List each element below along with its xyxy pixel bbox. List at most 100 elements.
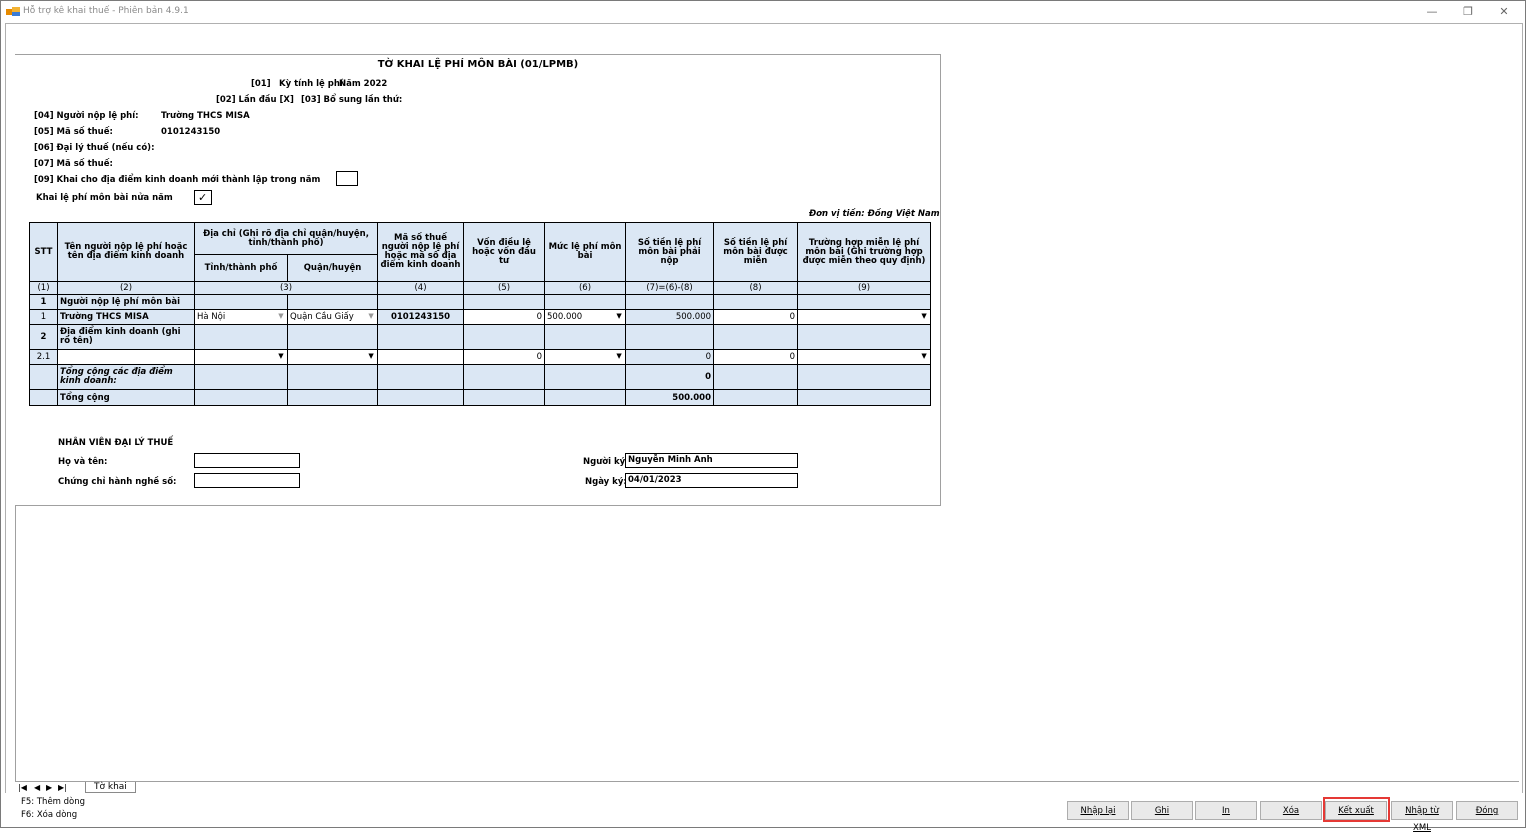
- row21-district-select[interactable]: ▼: [286, 349, 379, 365]
- header-province: Tỉnh/thành phố: [194, 254, 288, 282]
- header-payable: Số tiền lệ phí môn bài phải nộp: [625, 222, 715, 282]
- dropdown-arrow-icon[interactable]: ▼: [919, 351, 929, 364]
- subtotal-value: 0: [625, 364, 715, 390]
- period-label: Kỳ tính lệ phí:: [279, 79, 347, 89]
- capital-input[interactable]: 0: [463, 309, 546, 325]
- period-code: [01]: [251, 79, 271, 89]
- half-year-checkbox[interactable]: ✓: [194, 190, 212, 205]
- payer-label: [04] Người nộp lệ phí:: [34, 111, 139, 121]
- first-time-label: [02] Lần đầu [X]: [216, 95, 294, 105]
- dropdown-arrow-icon[interactable]: ▼: [276, 351, 286, 364]
- total-row: Tổng cộng 500.000: [29, 389, 932, 406]
- header-address: Địa chỉ (Ghi rõ địa chỉ quận/huyện, tỉnh…: [193, 222, 379, 255]
- province-select[interactable]: Hà Nội ▼: [194, 309, 288, 325]
- agent-tax-code-label: [07] Mã số thuế:: [34, 159, 113, 169]
- index-cell: (3): [193, 281, 379, 295]
- dropdown-arrow-icon[interactable]: ▼: [366, 351, 376, 364]
- first-sheet-icon[interactable]: |◀: [18, 782, 27, 793]
- app-logo-icon: [6, 7, 20, 16]
- row21-no: 2.1: [29, 349, 58, 365]
- row1-no: 1: [29, 309, 58, 325]
- row1-payable: 500.000: [625, 309, 715, 325]
- index-cell: (4): [377, 281, 465, 295]
- index-row: (1) (2) (3) (4) (5) (6) (7)=(6)-(8) (8) …: [29, 281, 932, 295]
- close-window-button[interactable]: ✕: [1489, 3, 1519, 21]
- next-sheet-icon[interactable]: ▶: [46, 782, 52, 793]
- form-title: TỜ KHAI LỆ PHÍ MÔN BÀI (01/LPMB): [377, 59, 579, 70]
- save-button[interactable]: Ghi: [1131, 801, 1193, 820]
- agent-label: [06] Đại lý thuế (nếu có):: [34, 143, 155, 153]
- subtotal-row: Tổng cộng các địa điểm kinh doanh: 0: [29, 364, 932, 390]
- total-label: Tổng cộng: [57, 389, 195, 406]
- hint-f5: F5: Thêm dòng: [21, 797, 86, 807]
- tax-code-label: [05] Mã số thuế:: [34, 127, 113, 137]
- tab-to-khai[interactable]: Tờ khai: [85, 782, 136, 793]
- signer-label: Người ký:: [583, 457, 629, 467]
- index-cell: (9): [797, 281, 932, 295]
- fee-level-select[interactable]: 500.000 ▼: [544, 309, 627, 325]
- tax-code-value: 0101243150: [161, 127, 221, 137]
- signer-input[interactable]: Nguyễn Minh Anh: [625, 453, 798, 468]
- agent-name-input[interactable]: [194, 453, 300, 468]
- section1-no: 1: [29, 294, 58, 310]
- row21-payable: 0: [625, 349, 715, 365]
- index-cell: (8): [713, 281, 799, 295]
- half-year-label: Khai lệ phí môn bài nửa năm: [36, 193, 173, 203]
- dropdown-arrow-icon[interactable]: ▼: [366, 311, 376, 324]
- table-row: 1 Trường THCS MISA Hà Nội ▼ Quận Cầu Giấy…: [29, 309, 932, 325]
- header-fee-level: Mức lệ phí môn bài: [544, 222, 627, 282]
- restore-button[interactable]: ❐: [1453, 3, 1483, 21]
- dropdown-arrow-icon[interactable]: ▼: [614, 351, 624, 364]
- agent-cert-input[interactable]: [194, 473, 300, 488]
- header-exempt-case: Trường hợp miễn lệ phí môn bài (Ghi trườ…: [797, 222, 932, 282]
- header-district: Quận/huyện: [286, 254, 379, 282]
- row21-capital-input[interactable]: 0: [463, 349, 546, 365]
- table-row: 2.1 ▼ ▼ 0 ▼ 0 0 ▼: [29, 349, 932, 365]
- index-cell: (1): [29, 281, 58, 295]
- app-window: Hỗ trợ kê khai thuế - Phiên bản 4.9.1 — …: [0, 0, 1526, 833]
- sheet-left-border: [15, 506, 16, 781]
- new-location-label: [09] Khai cho địa điểm kinh doanh mới th…: [34, 175, 321, 185]
- agent-cert-label: Chứng chỉ hành nghề số:: [58, 477, 177, 487]
- section1-row: 1 Người nộp lệ phí môn bài: [29, 294, 932, 310]
- section1-label: Người nộp lệ phí môn bài: [57, 294, 195, 310]
- row21-province-select[interactable]: ▼: [194, 349, 288, 365]
- prev-sheet-icon[interactable]: ◀: [34, 782, 40, 793]
- period-value: Năm 2022: [339, 79, 388, 89]
- index-cell: (6): [544, 281, 627, 295]
- fee-table: STT Tên người nộp lệ phí hoặc tên địa đi…: [29, 222, 932, 406]
- row21-fee-level-select[interactable]: ▼: [544, 349, 627, 365]
- import-xml-button[interactable]: Nhập từ XML: [1391, 801, 1453, 833]
- sign-date-input[interactable]: 04/01/2023: [625, 473, 798, 488]
- last-sheet-icon[interactable]: ▶|: [58, 782, 67, 793]
- dropdown-arrow-icon[interactable]: ▼: [276, 311, 286, 324]
- index-cell: (7)=(6)-(8): [625, 281, 715, 295]
- index-cell: (5): [463, 281, 546, 295]
- district-select[interactable]: Quận Cầu Giấy ▼: [286, 309, 379, 325]
- row1-name[interactable]: Trường THCS MISA: [57, 309, 195, 325]
- close-button[interactable]: Đóng: [1456, 801, 1518, 820]
- dropdown-arrow-icon[interactable]: ▼: [614, 311, 624, 324]
- exempt-input[interactable]: 0: [713, 309, 799, 325]
- reset-button[interactable]: Nhập lại: [1067, 801, 1129, 820]
- section2-row: 2 Địa điểm kinh doanh (ghi rõ tên): [29, 324, 932, 350]
- section2-label: Địa điểm kinh doanh (ghi rõ tên): [57, 324, 195, 350]
- row21-name-input[interactable]: [57, 349, 195, 365]
- row21-exempt-input[interactable]: 0: [713, 349, 799, 365]
- row21-taxcode-input[interactable]: [377, 349, 465, 365]
- total-value: 500.000: [625, 389, 715, 406]
- print-button[interactable]: In: [1195, 801, 1257, 820]
- minimize-button[interactable]: —: [1417, 3, 1447, 21]
- delete-button[interactable]: Xóa: [1260, 801, 1322, 820]
- currency-note: Đơn vị tiền: Đồng Việt Nam: [809, 209, 940, 219]
- title-bar: Hỗ trợ kê khai thuế - Phiên bản 4.9.1 — …: [1, 1, 1525, 23]
- header-stt: STT: [29, 222, 58, 282]
- dropdown-arrow-icon[interactable]: ▼: [919, 311, 929, 324]
- new-location-checkbox[interactable]: [336, 171, 358, 186]
- header-capital: Vốn điều lệ hoặc vốn đầu tư: [463, 222, 546, 282]
- exempt-case-select[interactable]: ▼: [797, 309, 932, 325]
- export-highlight-box: [1323, 797, 1390, 822]
- index-cell: (2): [57, 281, 195, 295]
- window-title: Hỗ trợ kê khai thuế - Phiên bản 4.9.1: [23, 6, 189, 16]
- row21-exempt-case-select[interactable]: ▼: [797, 349, 932, 365]
